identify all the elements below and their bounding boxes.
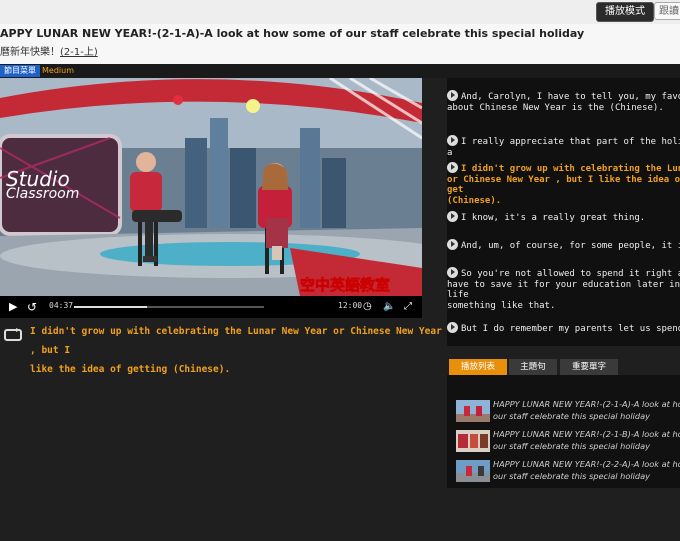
play-line-icon[interactable]	[447, 90, 458, 101]
tab-key-sentences[interactable]: 主題句	[509, 359, 557, 375]
current-time: 04:37	[49, 301, 74, 310]
transcript-line-active[interactable]: I didn't grow up with celebrating the Lu…	[447, 162, 680, 206]
studio-logo-line2: Classroom	[6, 186, 79, 202]
current-caption: I didn't grow up with celebrating the Lu…	[0, 318, 446, 375]
speed-icon[interactable]: ◷	[363, 300, 372, 314]
repeat-icon[interactable]	[4, 328, 22, 342]
transcript-line-cont: about Chinese New Year is the (Chinese).	[447, 102, 664, 113]
category-badge[interactable]: 節目菜單	[0, 65, 40, 77]
fullscreen-icon[interactable]: ⤢	[404, 300, 412, 314]
transcript-line-text: And, um, of course, for some people, it …	[461, 241, 680, 251]
caption-line-1: I didn't grow up with celebrating the Lu…	[30, 326, 442, 356]
level-label: Medium	[42, 66, 74, 75]
playlist-item-title: HAPPY LUNAR NEW YEAR!-(2-1-B)-A look at …	[493, 429, 680, 439]
caption-text: I didn't grow up with celebrating the Lu…	[30, 322, 442, 379]
top-toolbar: 播放模式 跟讀	[0, 0, 680, 24]
tab-playlist[interactable]: 播放列表	[449, 359, 507, 375]
transcript-line[interactable]: I know, it's a really great thing.	[447, 211, 680, 224]
transcript-line-cont: (Chinese).	[447, 195, 502, 206]
channel-watermark: 空中英語教室	[300, 276, 390, 294]
playlist-thumbnail	[456, 460, 490, 482]
play-mode-button[interactable]: 播放模式	[596, 2, 654, 22]
page-subtitle: 曆新年快樂！(2-1-上)	[0, 43, 98, 58]
transcript-line-cont: have to save it for your education later…	[447, 279, 680, 301]
playlist-thumbnail	[456, 400, 490, 422]
caption-line-2: like the idea of getting (Chinese).	[30, 364, 231, 375]
transcript-line-text: I really appreciate that part of the hol…	[447, 137, 680, 158]
playlist-item-title-cont: our staff celebrate this special holiday	[493, 441, 650, 451]
transcript-line-text: I didn't grow up with celebrating the Lu…	[461, 164, 680, 174]
title-area: APPY LUNAR NEW YEAR!-(2-1-A)-A look at h…	[0, 24, 680, 64]
episode-link[interactable]: (2-1-上)	[60, 47, 98, 58]
play-line-icon[interactable]	[447, 135, 458, 146]
playlist-item[interactable]: HAPPY LUNAR NEW YEAR!-(2-2-A)-A look at …	[456, 458, 680, 484]
playlist-item-title-cont: our staff celebrate this special holiday	[493, 471, 650, 481]
playlist-item-title-cont: our staff celebrate this special holiday	[493, 411, 650, 421]
play-line-icon[interactable]	[447, 239, 458, 250]
transcript-line-cont: or Chinese New Year , but I like the ide…	[447, 174, 680, 196]
video-player[interactable]: Studio Classroom 空中英語教室	[0, 78, 422, 296]
transcript-line[interactable]: But I do remember my parents let us spen…	[447, 322, 680, 335]
duration: 12:00	[338, 301, 363, 310]
transcript-line-text: So you're not allowed to spend it right …	[461, 269, 680, 279]
panel-tabs: 播放列表 主題句 重要單字	[447, 359, 680, 375]
play-line-icon[interactable]	[447, 267, 458, 278]
volume-icon[interactable]: 🔈	[383, 300, 395, 314]
play-line-icon[interactable]	[447, 211, 458, 222]
play-icon[interactable]: ▶	[9, 300, 17, 314]
play-line-icon[interactable]	[447, 162, 458, 173]
playlist-item-title: HAPPY LUNAR NEW YEAR!-(2-2-A)-A look at …	[493, 459, 680, 469]
tag-row: 節目菜單 Medium	[0, 64, 680, 78]
transcript-line-text: I know, it's a really great thing.	[461, 213, 646, 223]
transcript-line-text: But I do remember my parents let us spen…	[461, 324, 680, 334]
transcript-line-cont: something like that.	[447, 300, 556, 311]
transcript-panel[interactable]: And, Carolyn, I have to tell you, my fav…	[447, 78, 680, 346]
transcript-line-text: And, Carolyn, I have to tell you, my fav…	[461, 92, 680, 102]
replay-icon[interactable]: ↺	[27, 300, 37, 314]
progress-fill	[74, 306, 148, 308]
transcript-line[interactable]: And, Carolyn, I have to tell you, my fav…	[447, 90, 680, 113]
page-title: APPY LUNAR NEW YEAR!-(2-1-A)-A look at h…	[0, 27, 585, 40]
video-controls: ▶ ↺ 04:37 12:00 ◷ 🔈 ⤢	[0, 296, 422, 318]
transcript-line[interactable]: So you're not allowed to spend it right …	[447, 267, 680, 311]
playlist-item-title: HAPPY LUNAR NEW YEAR!-(2-1-A)-A look at …	[493, 399, 680, 409]
transcript-line[interactable]: I really appreciate that part of the hol…	[447, 135, 680, 158]
follow-read-button[interactable]: 跟讀	[654, 2, 680, 20]
progress-bar[interactable]	[74, 306, 264, 308]
playlist-thumbnail	[456, 430, 490, 452]
transcript-line[interactable]: And, um, of course, for some people, it …	[447, 239, 680, 252]
playlist-item[interactable]: HAPPY LUNAR NEW YEAR!-(2-1-B)-A look at …	[456, 428, 680, 454]
play-line-icon[interactable]	[447, 322, 458, 333]
tab-vocabulary[interactable]: 重要單字	[560, 359, 618, 375]
playlist-item[interactable]: HAPPY LUNAR NEW YEAR!-(2-1-A)-A look at …	[456, 398, 680, 424]
playlist: HAPPY LUNAR NEW YEAR!-(2-1-A)-A look at …	[447, 375, 680, 488]
video-frame: Studio Classroom 空中英語教室	[0, 78, 422, 296]
subtitle-text: 曆新年快樂！	[0, 47, 60, 58]
